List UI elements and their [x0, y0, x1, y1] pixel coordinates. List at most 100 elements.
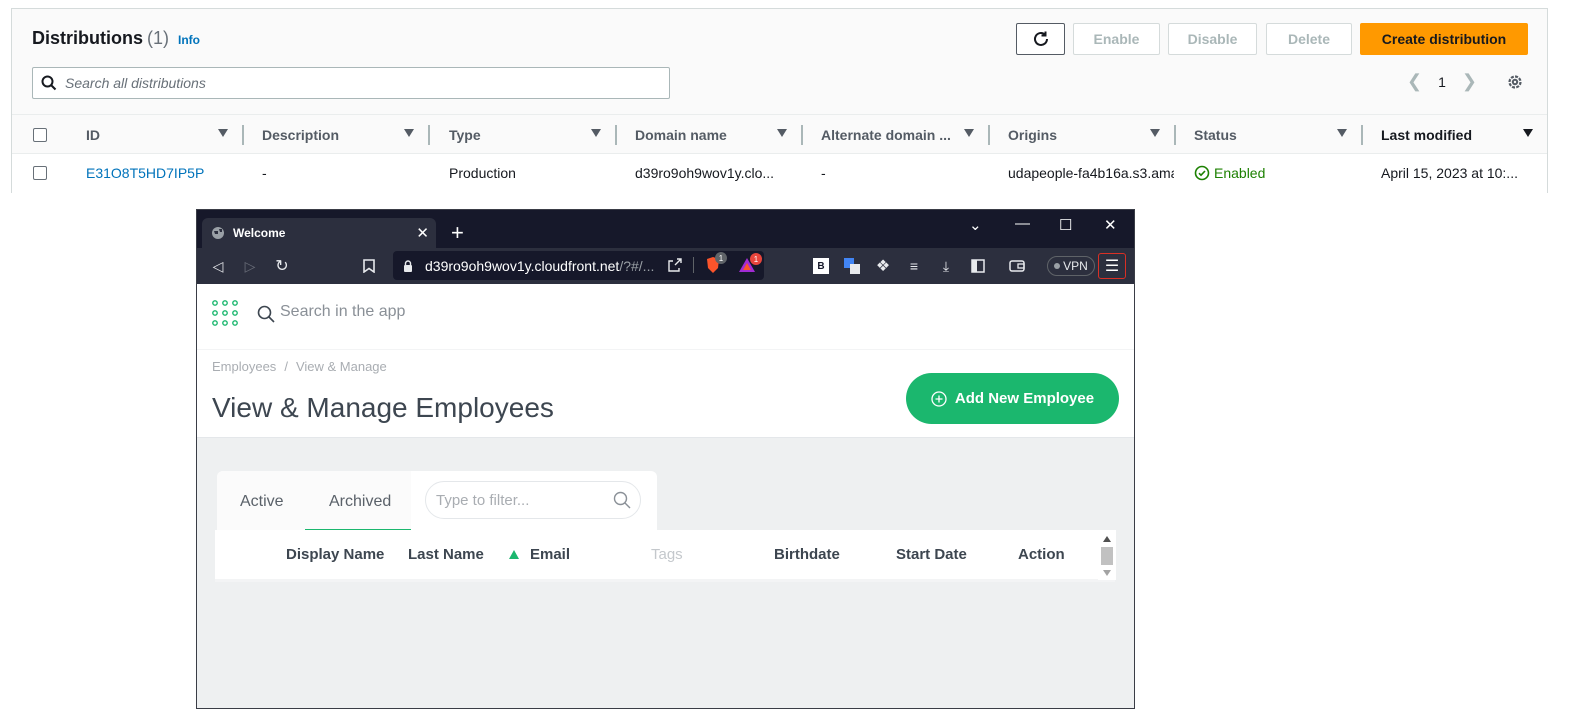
close-window-icon[interactable]: ✕ [1104, 216, 1117, 234]
enable-button[interactable]: Enable [1073, 23, 1160, 55]
back-icon[interactable]: ◁ [209, 257, 227, 275]
col-description[interactable]: Description [262, 127, 339, 143]
employee-grid-header: Display Name Last Name Email Tags Birthd… [215, 530, 1115, 582]
breadcrumb-employees[interactable]: Employees [212, 359, 276, 374]
col-divider[interactable] [242, 125, 244, 145]
filter-input[interactable]: Type to filter... [425, 481, 641, 519]
search-icon [257, 305, 275, 323]
refresh-icon [1033, 31, 1048, 46]
refresh-button[interactable] [1016, 23, 1065, 55]
distributions-panel: Distributions (1) Info Enable Disable Del… [11, 8, 1548, 193]
breadcrumb: Employees / View & Manage [212, 359, 387, 374]
col-divider[interactable] [615, 125, 617, 145]
col-last-modified-sort-icon[interactable] [1523, 129, 1533, 137]
col-description-sort-icon[interactable] [404, 129, 414, 137]
next-page-icon[interactable]: ❯ [1462, 71, 1477, 92]
cell-origins: udapeople-fa4b16a.s3.ama [1008, 165, 1174, 181]
col-alternate-domain[interactable]: Alternate domain ... [821, 127, 951, 143]
cell-description: - [262, 165, 267, 181]
vpn-button[interactable]: VPN [1047, 256, 1095, 276]
create-distribution-button[interactable]: Create distribution [1360, 23, 1528, 55]
col-domain-name-sort-icon[interactable] [777, 129, 787, 137]
col-type-sort-icon[interactable] [591, 129, 601, 137]
scroll-up-icon[interactable] [1103, 536, 1111, 542]
extensions-puzzle-icon[interactable]: ❖ [874, 257, 892, 275]
col-start-date[interactable]: Start Date [896, 546, 967, 563]
info-link[interactable]: Info [178, 33, 200, 47]
download-icon[interactable]: ⤓ [937, 257, 955, 275]
row-checkbox[interactable] [33, 166, 47, 180]
col-divider[interactable] [988, 125, 990, 145]
app-grid-icon[interactable] [212, 300, 238, 326]
select-all-checkbox[interactable] [33, 128, 47, 142]
current-page-number[interactable]: 1 [1438, 74, 1446, 90]
add-new-employee-button[interactable]: Add New Employee [906, 373, 1119, 424]
col-display-name[interactable]: Display Name [286, 546, 384, 563]
forward-icon[interactable]: ▷ [241, 257, 259, 275]
translate-icon[interactable] [843, 257, 861, 275]
table-settings-icon[interactable] [1506, 73, 1524, 96]
brave-rewards-badge: 1 [750, 253, 762, 265]
col-origins-sort-icon[interactable] [1150, 129, 1160, 137]
disable-button[interactable]: Disable [1168, 23, 1257, 55]
sort-ascending-icon[interactable] [509, 550, 519, 559]
browser-titlebar: Welcome ✕ + ⌄ — ☐ ✕ [197, 210, 1134, 248]
col-tags[interactable]: Tags [651, 546, 683, 563]
playlist-icon[interactable]: ≡ [905, 257, 923, 275]
prev-page-icon[interactable]: ❮ [1407, 71, 1422, 92]
col-last-name[interactable]: Last Name [408, 546, 484, 563]
tab-title: Welcome [233, 226, 286, 240]
tab-active[interactable]: Active [240, 493, 284, 511]
close-tab-icon[interactable]: ✕ [416, 224, 429, 242]
bookmark-icon[interactable] [360, 257, 378, 275]
col-divider[interactable] [801, 125, 803, 145]
col-origins[interactable]: Origins [1008, 127, 1057, 143]
col-status[interactable]: Status [1194, 127, 1237, 143]
col-type[interactable]: Type [449, 127, 481, 143]
browser-tab[interactable]: Welcome ✕ [202, 218, 436, 248]
grid-scrollbar[interactable] [1098, 530, 1116, 580]
extension-b-icon[interactable]: B [813, 258, 829, 274]
col-id[interactable]: ID [86, 127, 100, 143]
breadcrumb-current: View & Manage [295, 359, 387, 374]
divider [693, 257, 694, 273]
minimize-icon[interactable]: — [1015, 215, 1030, 232]
vpn-label: VPN [1063, 259, 1088, 273]
delete-button[interactable]: Delete [1266, 23, 1352, 55]
distribution-id-link[interactable]: E31O8T5HD7IP5P [86, 165, 204, 181]
filter-search-icon [613, 491, 631, 509]
browser-toolbar: ◁ ▷ ↻ d39ro9oh9wov1y.cloudfront.net/?#/.… [197, 248, 1134, 284]
scroll-down-icon[interactable] [1103, 570, 1111, 576]
brave-rewards-icon[interactable]: 1 [738, 253, 762, 278]
cell-last-modified: April 15, 2023 at 10:... [1381, 165, 1518, 181]
col-domain-name[interactable]: Domain name [635, 127, 727, 143]
table-row: E31O8T5HD7IP5P - Production d39ro9oh9wov… [12, 154, 1547, 193]
col-action[interactable]: Action [1018, 546, 1065, 563]
col-alternate-domain-sort-icon[interactable] [964, 129, 974, 137]
brave-shields-icon[interactable]: 1 [705, 252, 727, 279]
add-new-employee-label: Add New Employee [954, 390, 1095, 407]
col-birthdate[interactable]: Birthdate [774, 546, 840, 563]
address-bar[interactable]: d39ro9oh9wov1y.cloudfront.net/?#/... 1 1 [393, 251, 764, 280]
tab-archived[interactable]: Archived [329, 493, 391, 511]
col-divider[interactable] [428, 125, 430, 145]
col-divider[interactable] [1361, 125, 1363, 145]
lock-icon [404, 259, 412, 272]
col-email[interactable]: Email [530, 546, 570, 563]
col-last-modified[interactable]: Last modified [1381, 127, 1472, 143]
status-badge: Enabled [1194, 165, 1265, 181]
distribution-search-input[interactable]: Search all distributions [32, 67, 670, 99]
new-tab-icon[interactable]: + [451, 220, 464, 246]
col-divider[interactable] [1174, 125, 1176, 145]
sidebar-icon[interactable] [969, 257, 987, 275]
menu-hamburger-icon[interactable]: ☰ [1098, 253, 1126, 279]
col-status-sort-icon[interactable] [1337, 129, 1347, 137]
col-id-sort-icon[interactable] [218, 129, 228, 137]
tab-search-chevron-icon[interactable]: ⌄ [969, 216, 982, 234]
app-search-input[interactable]: Search in the app [280, 303, 405, 321]
share-icon[interactable] [667, 257, 683, 278]
maximize-icon[interactable]: ☐ [1059, 216, 1072, 234]
wallet-icon[interactable] [1008, 257, 1026, 275]
reload-icon[interactable]: ↻ [273, 257, 291, 275]
scroll-thumb[interactable] [1101, 547, 1113, 565]
